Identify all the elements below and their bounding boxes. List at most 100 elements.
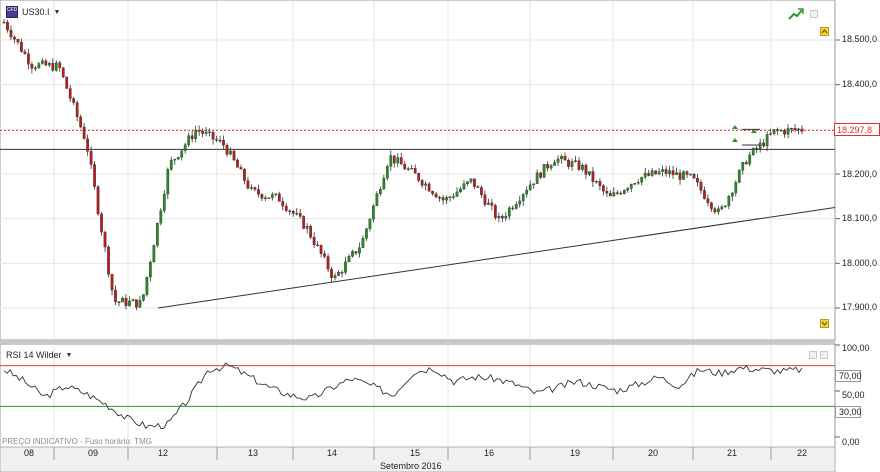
dropdown-caret-icon[interactable]: ▼ bbox=[54, 9, 61, 16]
candle-body bbox=[717, 208, 720, 213]
candle-body bbox=[629, 184, 633, 189]
candle-body bbox=[737, 170, 741, 183]
price-chart[interactable] bbox=[0, 0, 880, 472]
candle-body bbox=[661, 169, 664, 172]
candle-body bbox=[6, 22, 9, 31]
candle-body bbox=[619, 192, 623, 195]
close-icon[interactable] bbox=[820, 351, 828, 359]
candle-body bbox=[117, 301, 121, 303]
rsi-line bbox=[3, 362, 803, 430]
candle-body bbox=[490, 202, 494, 206]
candle-body bbox=[755, 147, 759, 150]
auto-trend-icon[interactable] bbox=[788, 8, 804, 20]
candle-body bbox=[413, 167, 417, 174]
scroll-up-icon[interactable] bbox=[820, 27, 829, 36]
candle-body bbox=[581, 164, 584, 170]
candle-body bbox=[591, 171, 595, 182]
indicator-header[interactable]: RSI 14 Wilder ▼ bbox=[6, 350, 72, 360]
candle-body bbox=[710, 202, 713, 209]
candle-body bbox=[696, 178, 699, 183]
candle-body bbox=[427, 183, 431, 192]
candle-body bbox=[61, 67, 65, 78]
candle-body bbox=[459, 188, 462, 193]
y-axis-label: 17.900,0 bbox=[842, 302, 878, 312]
candle-body bbox=[114, 289, 117, 302]
candle-body bbox=[319, 245, 323, 254]
candle-body bbox=[47, 63, 51, 66]
y-axis-label: 18.000,0 bbox=[842, 258, 878, 268]
candle-body bbox=[351, 251, 354, 257]
candle-body bbox=[689, 173, 692, 176]
candle-body bbox=[232, 150, 236, 161]
symbol-header[interactable]: CFD US30.I ▼ bbox=[6, 6, 60, 18]
candle-body bbox=[452, 196, 455, 198]
candle-body bbox=[797, 128, 800, 131]
x-axis-label: 13 bbox=[248, 448, 259, 458]
candle-body bbox=[162, 193, 166, 211]
pane-separator[interactable] bbox=[0, 340, 835, 344]
candle-body bbox=[298, 213, 302, 217]
candle-body bbox=[9, 29, 13, 38]
candle-body bbox=[772, 129, 776, 134]
candle-body bbox=[93, 164, 96, 187]
candle-body bbox=[187, 135, 191, 145]
x-axis-label: 08 bbox=[24, 448, 35, 458]
candle-body bbox=[682, 171, 685, 180]
candle-body bbox=[441, 197, 445, 201]
candle-body bbox=[16, 38, 20, 43]
candle-body bbox=[654, 170, 657, 175]
candle-body bbox=[466, 181, 469, 184]
candle-body bbox=[605, 190, 609, 194]
candle-body bbox=[309, 226, 313, 238]
candle-body bbox=[480, 187, 483, 195]
y-axis-label: 18.100,0 bbox=[842, 213, 878, 223]
candle-body bbox=[647, 172, 651, 176]
candle-body bbox=[800, 128, 804, 132]
candle-body bbox=[535, 172, 539, 184]
x-axis-label: 22 bbox=[797, 448, 808, 458]
candle-body bbox=[560, 156, 563, 160]
candle-body bbox=[389, 155, 393, 167]
candle-body bbox=[260, 194, 264, 199]
candle-body bbox=[385, 166, 389, 179]
maximize-icon[interactable] bbox=[809, 351, 817, 359]
candle-body bbox=[243, 168, 246, 181]
candle-body bbox=[58, 62, 62, 68]
candle-body bbox=[323, 253, 326, 257]
candle-body bbox=[595, 181, 598, 183]
candle-body bbox=[546, 164, 549, 169]
candle-body bbox=[406, 168, 410, 170]
candle-body bbox=[392, 155, 396, 164]
candle-body bbox=[664, 169, 668, 174]
candle-body bbox=[100, 213, 103, 233]
candle-body bbox=[194, 130, 198, 139]
candle-body bbox=[110, 274, 114, 291]
candle-body bbox=[274, 193, 278, 195]
candle-body bbox=[295, 213, 299, 215]
maximize-icon[interactable] bbox=[810, 10, 818, 18]
dropdown-caret-icon[interactable]: ▼ bbox=[66, 352, 73, 359]
candle-body bbox=[542, 164, 546, 178]
candle-body bbox=[291, 211, 295, 214]
candle-body bbox=[246, 180, 250, 189]
candle-body bbox=[27, 53, 30, 65]
candle-body bbox=[462, 183, 466, 190]
candle-body bbox=[563, 156, 567, 161]
candle-body bbox=[354, 251, 358, 254]
candle-body bbox=[312, 237, 316, 246]
candle-body bbox=[403, 164, 407, 170]
candle-body bbox=[584, 164, 588, 175]
candle-body bbox=[748, 154, 752, 165]
candle-body bbox=[201, 131, 204, 134]
scroll-down-icon[interactable] bbox=[820, 319, 829, 328]
candle-body bbox=[570, 161, 574, 167]
candle-body bbox=[149, 261, 152, 278]
order-marker-icon bbox=[732, 125, 738, 129]
candle-body bbox=[528, 184, 532, 191]
x-axis-label: 16 bbox=[484, 448, 495, 458]
candle-body bbox=[131, 299, 135, 302]
candle-body bbox=[723, 205, 727, 208]
candle-body bbox=[445, 197, 448, 201]
x-axis-label: 21 bbox=[727, 448, 738, 458]
chart-area[interactable]: CFD US30.I ▼ RSI 14 Wilder ▼ 18.500,0 18… bbox=[0, 0, 880, 472]
